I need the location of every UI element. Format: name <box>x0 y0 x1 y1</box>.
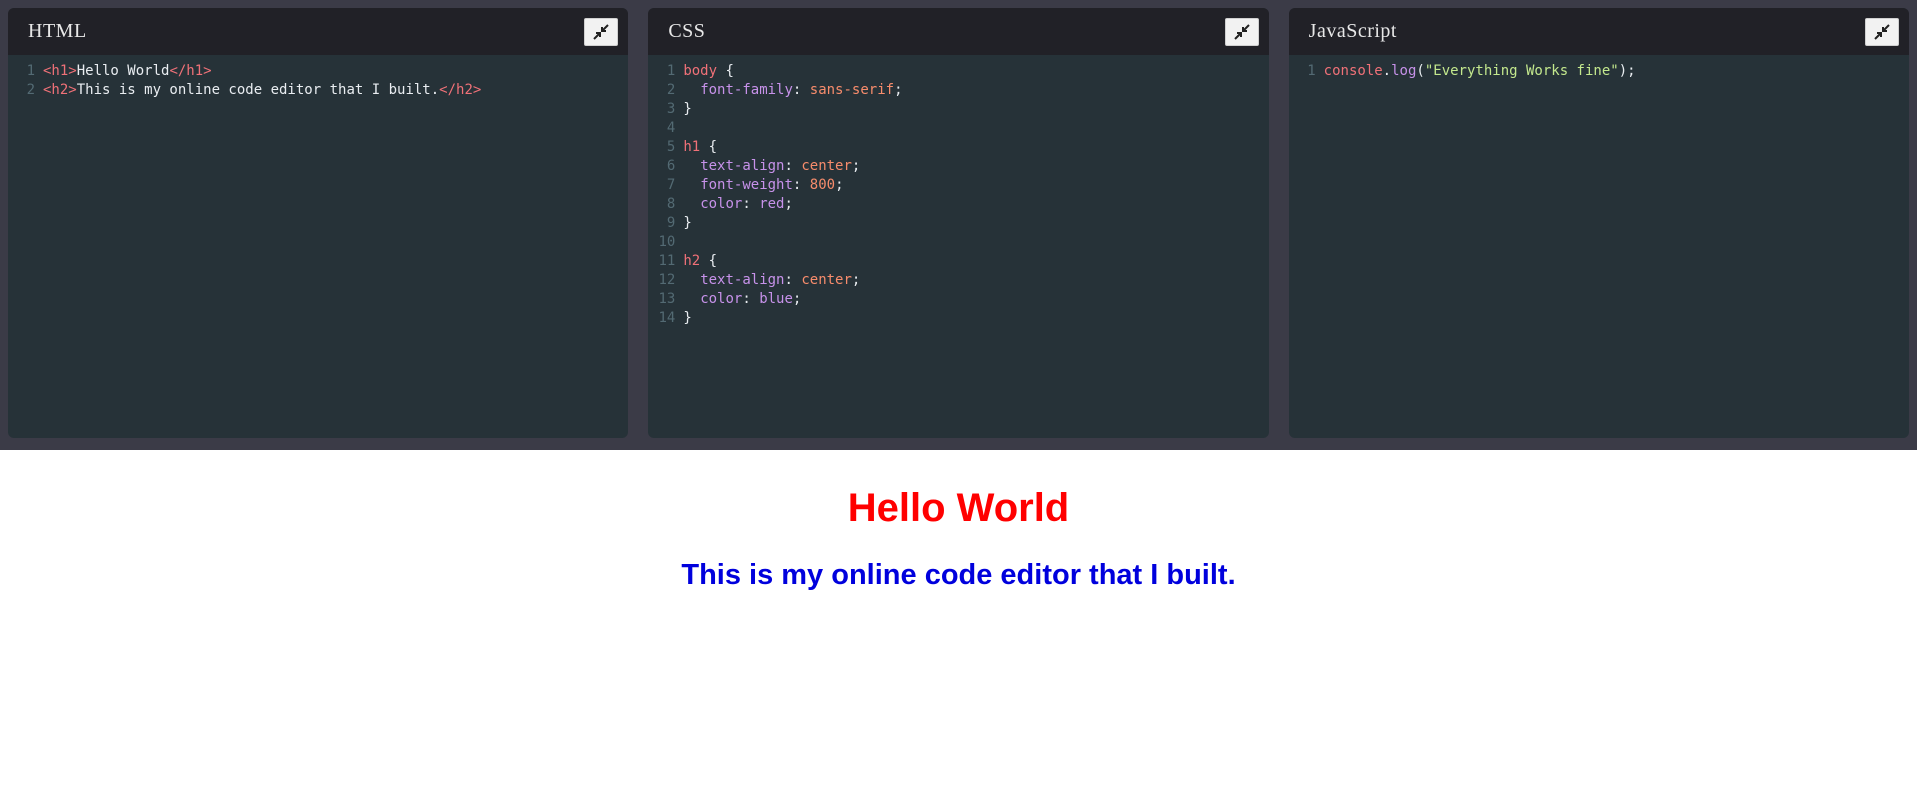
code-line[interactable]: 12 text-align: center; <box>648 271 1268 290</box>
collapse-button[interactable] <box>1224 17 1259 46</box>
code-line[interactable]: 3} <box>648 100 1268 119</box>
line-number: 1 <box>666 63 676 79</box>
line-number: 11 <box>658 253 676 269</box>
code-line[interactable]: 10 <box>648 233 1268 252</box>
code-text: h1 { <box>683 139 718 155</box>
editor-titlebar: CSS <box>648 8 1269 55</box>
code-line[interactable]: 11 h2 { <box>648 252 1268 271</box>
code-text: } <box>683 101 692 117</box>
line-number: 2 <box>26 82 35 98</box>
editor-title: CSS <box>668 20 706 42</box>
editors-pane: HTML 1 <h1>Hello World</h1> 2 <h2>This is m… <box>0 0 1917 450</box>
collapse-button[interactable] <box>584 17 619 46</box>
code-text: text-align: center; <box>700 272 861 288</box>
code-line[interactable]: 8 color: red; <box>648 195 1268 214</box>
line-number: 14 <box>658 310 676 326</box>
code-line[interactable]: 1 body { <box>648 62 1268 81</box>
line-number: 5 <box>666 139 676 155</box>
line-number: 6 <box>666 158 676 174</box>
code-line[interactable]: 6 text-align: center; <box>648 157 1268 176</box>
code-line[interactable]: 1 <h1>Hello World</h1> <box>8 62 628 81</box>
line-number: 7 <box>666 177 676 193</box>
code-text: font-weight: 800; <box>700 177 844 193</box>
code-line[interactable]: 14} <box>648 309 1268 328</box>
code-line[interactable]: 13 color: blue; <box>648 290 1268 309</box>
output-preview: Hello World This is my online code edito… <box>0 450 1917 805</box>
code-text: h2 { <box>683 253 718 269</box>
code-text: } <box>683 215 692 231</box>
code-line[interactable]: 9} <box>648 214 1268 233</box>
code-area[interactable]: 1 console.log("Everything Works fine"); <box>1289 55 1909 81</box>
editor-title: HTML <box>28 20 87 42</box>
code-line[interactable]: 1 console.log("Everything Works fine"); <box>1289 62 1909 81</box>
code-text: <h1>Hello World</h1> <box>43 63 212 79</box>
collapse-arrows-icon <box>593 23 610 40</box>
preview-heading-2: This is my online code editor that I bui… <box>681 559 1236 591</box>
code-line[interactable]: 7 font-weight: 800; <box>648 176 1268 195</box>
editor-titlebar: JavaScript <box>1288 8 1909 55</box>
code-text: text-align: center; <box>700 158 861 174</box>
code-area[interactable]: 1 body {2 font-family: sans-serif; 3} 4 5 h1 … <box>648 55 1268 328</box>
line-number: 9 <box>666 215 676 231</box>
preview-heading-1: Hello World <box>847 486 1070 530</box>
line-number: 1 <box>26 63 35 79</box>
code-text: color: red; <box>700 196 793 212</box>
code-line[interactable]: 4 <box>648 119 1268 138</box>
line-number: 4 <box>666 120 676 136</box>
html-editor: HTML 1 <h1>Hello World</h1> 2 <h2>This is m… <box>8 8 629 438</box>
code-line[interactable]: 2 <h2>This is my online code editor that … <box>8 81 628 100</box>
collapse-button[interactable] <box>1864 17 1899 46</box>
line-number: 3 <box>666 101 676 117</box>
line-number: 1 <box>1307 63 1316 79</box>
editor-titlebar: HTML <box>8 8 629 55</box>
code-area[interactable]: 1 <h1>Hello World</h1> 2 <h2>This is my onl… <box>8 55 628 100</box>
code-line[interactable]: 2 font-family: sans-serif; <box>648 81 1268 100</box>
collapse-arrows-icon <box>1874 23 1890 40</box>
code-text: console.log("Everything Works fine"); <box>1323 63 1636 79</box>
code-text: body { <box>683 63 734 79</box>
code-line[interactable]: 5 h1 { <box>648 138 1268 157</box>
line-number: 10 <box>658 234 676 250</box>
line-number: 13 <box>658 291 676 307</box>
collapse-arrows-icon <box>1233 23 1250 40</box>
code-text: } <box>683 310 692 326</box>
code-text: color: blue; <box>700 291 802 307</box>
line-number: 12 <box>658 272 676 288</box>
line-number: 2 <box>666 82 676 98</box>
line-number: 8 <box>666 196 676 212</box>
code-text: <h2>This is my online code editor that I… <box>43 82 482 98</box>
javascript-editor: JavaScript 1 console.log("Everything Work… <box>1288 8 1909 438</box>
editor-title: JavaScript <box>1308 20 1397 42</box>
css-editor: CSS 1 body {2 font-family: sans-serif; 3} 4… <box>648 8 1269 438</box>
code-text: font-family: sans-serif; <box>700 82 903 98</box>
